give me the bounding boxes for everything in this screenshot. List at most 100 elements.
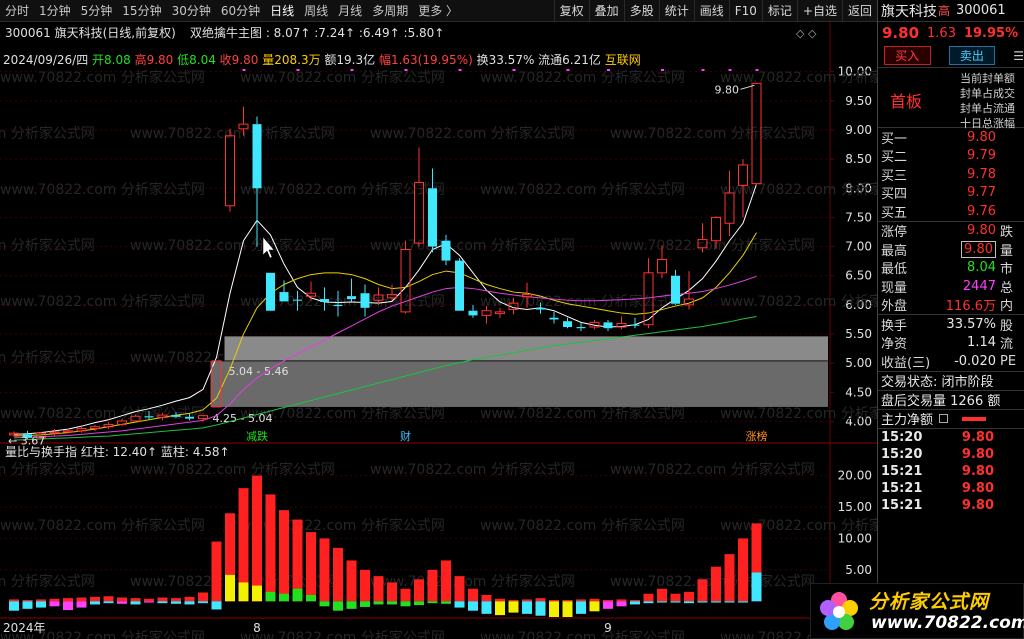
volume-ratio-bar: [522, 599, 532, 602]
volume-ratio-bar: [22, 600, 33, 602]
tool-button-4[interactable]: 画线: [693, 0, 729, 22]
turnover-bar: [616, 601, 627, 607]
volume-ratio-bar: [468, 588, 478, 602]
turnover-bar: [117, 601, 127, 604]
turnover-bar: [49, 601, 60, 607]
volume-ratio-bar: [400, 588, 411, 602]
resistance-box: [224, 336, 828, 361]
ohlc-info-item: 低8.04: [177, 53, 220, 67]
price-change: 1.63: [927, 25, 956, 41]
turnover-bar: [306, 595, 316, 602]
stat-value: 9.80: [926, 240, 996, 258]
turnover-bar: [643, 601, 654, 604]
turnover-bar: [738, 601, 748, 603]
candle-body: [76, 428, 87, 432]
bid-price: 9.78: [967, 166, 996, 182]
bid-list: 买一 9.80 买二 9.79 买三 9.78 买四 9.77 买五 9.76: [878, 128, 1024, 222]
tool-button-1[interactable]: 叠加: [588, 0, 624, 22]
stat2-value: 1.14: [967, 335, 996, 351]
tool-button-5[interactable]: F10: [728, 0, 762, 22]
signal-dot: [350, 69, 354, 71]
turnover-bar: [400, 601, 411, 607]
volume-ratio-bar: [738, 538, 748, 602]
diamond-icon[interactable]: ◇ ◇: [796, 27, 817, 40]
period-tab-8[interactable]: 月线: [333, 0, 367, 22]
period-tab-5[interactable]: 60分钟: [216, 0, 265, 22]
tool-button-3[interactable]: 统计: [658, 0, 694, 22]
turnover-bar: [697, 601, 708, 603]
period-tab-2[interactable]: 5分钟: [76, 0, 118, 22]
x-axis-label: 8: [253, 621, 261, 635]
tick-row: 15:21 9.80: [878, 497, 1024, 514]
period-tab-0[interactable]: 分时: [0, 0, 34, 22]
main-indicator-label: 双绝擒牛主图 : 8.07↑ :7.24↑ :6.49↑ :5.80↑: [190, 25, 444, 40]
y-tick-label: 4.50: [845, 385, 872, 399]
signal-dot: [728, 69, 732, 71]
turnover-bar: [684, 601, 694, 604]
tick-price: 9.80: [961, 480, 994, 496]
stat-value: 116.6万: [926, 295, 996, 314]
signal-dot: [242, 69, 246, 71]
stat2-row: 换手 33.57% 股: [878, 315, 1024, 334]
period-tab-4[interactable]: 30分钟: [167, 0, 216, 22]
tick-price: 9.80: [961, 497, 994, 513]
volume-ratio-bar: [549, 600, 559, 602]
trade-status: 交易状态: 闭市阶段: [878, 372, 1024, 391]
more-icon[interactable]: ☰: [1013, 49, 1024, 63]
turnover-bar: [144, 601, 154, 603]
bid-label: 买二: [881, 150, 908, 166]
tool-button-2[interactable]: 多股: [623, 0, 659, 22]
bid-row[interactable]: 买五 9.76: [878, 202, 1024, 221]
event-marker[interactable]: 涨榜: [746, 429, 768, 443]
event-marker[interactable]: 财: [400, 429, 411, 443]
turnover-bar: [589, 601, 600, 612]
watermark-text: www.70822.com 分析家公式网: [240, 69, 445, 86]
turnover-bar: [414, 601, 424, 606]
turnover-bar: [265, 591, 276, 602]
bid-row[interactable]: 买三 9.78: [878, 165, 1024, 184]
price-change-pct: 19.95%: [963, 25, 1019, 41]
signal-dot: [566, 69, 570, 71]
candle-body: [63, 430, 73, 433]
period-tab-9[interactable]: 多周期: [367, 0, 413, 22]
period-tab-3[interactable]: 15分钟: [117, 0, 166, 22]
stat-value: 9.80: [926, 223, 996, 238]
signal-dot: [607, 69, 610, 71]
watermark-text: www.70822.com 分析家公式网: [0, 181, 205, 198]
quote-panel: 旗天科技 高 300061 9.80 1.63 19.95% 买入 卖出 ☰ 首…: [877, 0, 1024, 639]
list-icon[interactable]: [939, 414, 949, 423]
turnover-bar: [238, 582, 249, 602]
tool-button-6[interactable]: 标记: [761, 0, 797, 22]
stat-value-text: 2447: [962, 278, 996, 294]
y-tick-label: 7.50: [845, 210, 872, 224]
turnover-bar: [319, 601, 330, 607]
turnover-bar: [508, 601, 519, 613]
tool-button-0[interactable]: 复权: [553, 0, 589, 22]
turnover-bar: [670, 601, 681, 603]
sell-button[interactable]: 卖出: [948, 46, 996, 65]
turnover-bar: [103, 601, 114, 604]
bid-row[interactable]: 买二 9.79: [878, 147, 1024, 166]
bid-label: 买三: [881, 168, 908, 184]
kline-chart[interactable]: 4.004.505.005.506.006.507.007.508.008.50…: [0, 22, 877, 639]
period-tab-7[interactable]: 周线: [299, 0, 333, 22]
buy-button[interactable]: 买入: [884, 46, 931, 65]
turnover-bar: [468, 601, 478, 611]
ohlc-info-item: 幅1.63(19.95%): [379, 52, 477, 67]
candle-body: [293, 299, 302, 301]
tool-button-8[interactable]: 返回: [841, 0, 877, 22]
period-tab-10[interactable]: 更多 〉: [413, 0, 463, 22]
volume-ratio-bar: [562, 600, 573, 602]
turnover-bar: [711, 601, 721, 603]
tool-button-7[interactable]: +自选: [796, 0, 842, 22]
period-tab-1[interactable]: 1分钟: [34, 0, 76, 22]
event-marker[interactable]: 减跌: [246, 429, 268, 443]
period-toolbar: 分时 1分钟 5分钟 15分钟 30分钟 60分钟 日线 周线 月线 多周期 更多 〉 复权 叠加 多股…: [0, 0, 877, 22]
candle-body: [671, 275, 680, 304]
tick-row: 15:20 9.80: [878, 446, 1024, 463]
support-box: [210, 360, 828, 407]
stat-value: 8.04: [926, 260, 996, 275]
period-tab-6[interactable]: 日线: [265, 0, 299, 22]
bid-row[interactable]: 买四 9.77: [878, 184, 1024, 202]
turnover-bar: [198, 601, 208, 604]
